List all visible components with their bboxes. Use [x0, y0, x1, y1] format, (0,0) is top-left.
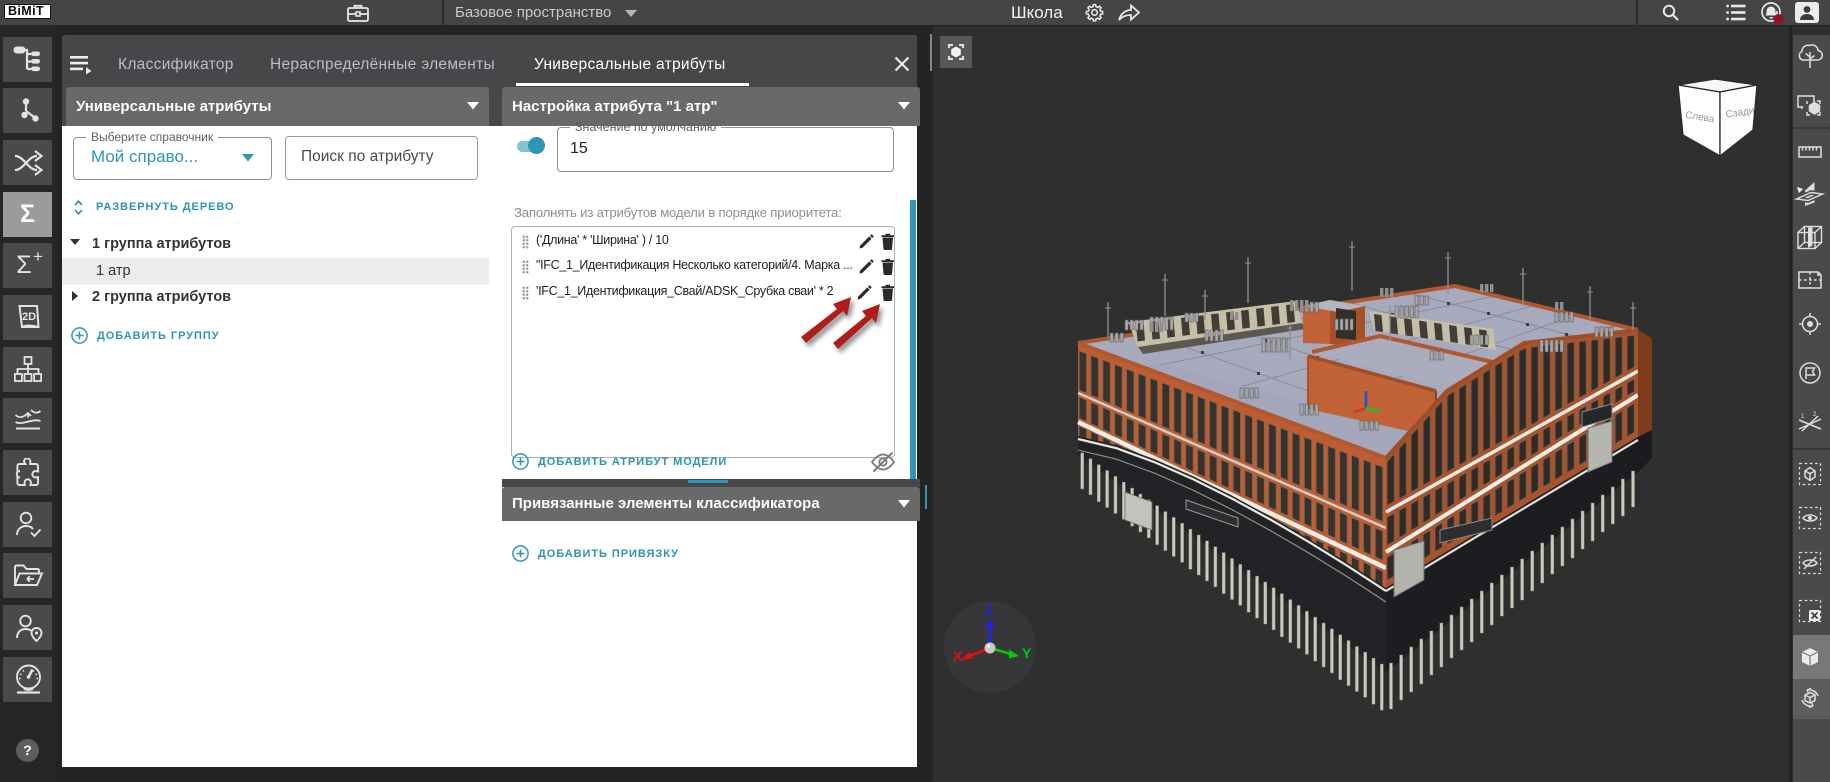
svg-text:Y: Y — [1022, 645, 1032, 661]
svg-text:Z: Z — [985, 601, 994, 617]
svg-text:2D: 2D — [22, 311, 36, 323]
svg-text:1: 1 — [1801, 414, 1805, 420]
svg-text:X: X — [953, 648, 963, 664]
